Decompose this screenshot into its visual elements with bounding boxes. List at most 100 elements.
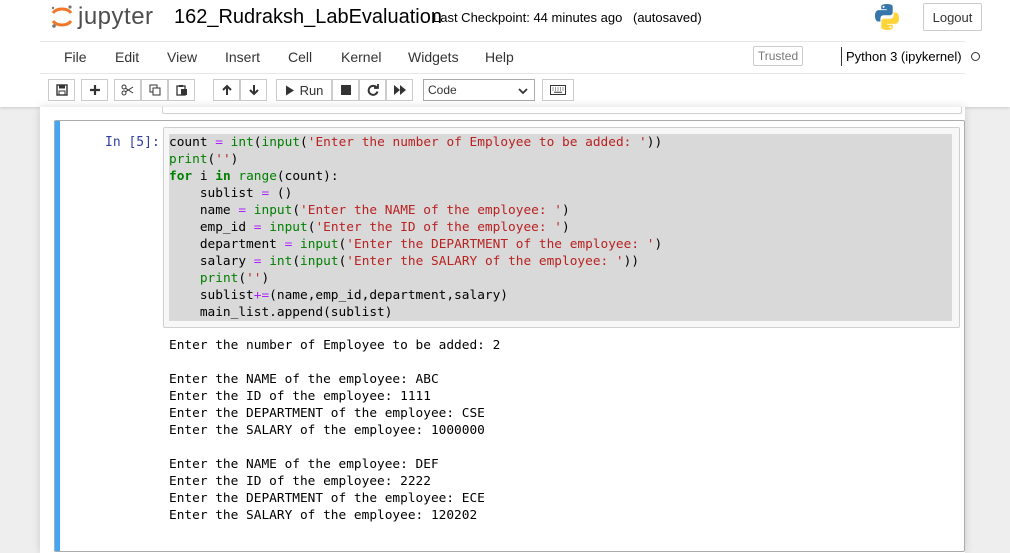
keyboard-icon bbox=[550, 85, 566, 95]
stop-icon bbox=[340, 85, 351, 95]
code-token: 'Enter the number of Employee to be adde… bbox=[307, 135, 647, 150]
menu-cell[interactable]: Cell bbox=[288, 49, 312, 65]
code-token: input bbox=[253, 203, 293, 218]
input-prompt: In [5]: bbox=[105, 135, 160, 150]
code-line[interactable]: department = input('Enter the DEPARTMENT… bbox=[169, 236, 952, 253]
code-token: range bbox=[238, 169, 277, 184]
code-token: ( bbox=[253, 135, 262, 150]
code-token: ( bbox=[300, 135, 308, 150]
code-token: main_list.append(sublist) bbox=[169, 305, 393, 320]
command-palette-button[interactable] bbox=[542, 79, 574, 101]
code-line[interactable]: sublist+=(name,emp_id,department,salary) bbox=[169, 287, 952, 304]
code-token: for bbox=[169, 169, 193, 184]
cell-output: Enter the number of Employee to be added… bbox=[169, 337, 500, 524]
fast-forward-icon bbox=[393, 85, 406, 95]
menu-insert[interactable]: Insert bbox=[225, 49, 260, 65]
code-line[interactable]: print('') bbox=[169, 270, 952, 287]
copy-button[interactable] bbox=[141, 79, 168, 101]
previous-cell[interactable] bbox=[162, 107, 962, 114]
code-token: = bbox=[238, 203, 247, 218]
code-line[interactable]: main_list.append(sublist) bbox=[169, 304, 952, 321]
code-token: ) bbox=[561, 220, 570, 235]
run-button[interactable]: Run bbox=[276, 79, 332, 101]
code-token: = bbox=[215, 135, 223, 150]
code-token: int bbox=[269, 254, 293, 269]
jupyter-logo-icon bbox=[51, 5, 73, 28]
notebook-container: In [5]: count = int(input('Enter the num… bbox=[40, 107, 965, 553]
code-line[interactable]: for i in range(count): bbox=[169, 168, 952, 185]
arrow-down-icon bbox=[248, 85, 259, 96]
code-token: i bbox=[192, 169, 216, 184]
insert-cell-button[interactable] bbox=[81, 79, 108, 101]
menu-help[interactable]: Help bbox=[485, 49, 514, 65]
code-line[interactable]: name = input('Enter the NAME of the empl… bbox=[169, 202, 952, 219]
autosave-status: (autosaved) bbox=[633, 10, 702, 25]
move-down-button[interactable] bbox=[240, 79, 267, 101]
code-cell[interactable]: In [5]: count = int(input('Enter the num… bbox=[54, 120, 965, 552]
save-icon bbox=[55, 84, 68, 96]
menu-widgets[interactable]: Widgets bbox=[408, 49, 459, 65]
menu-file[interactable]: File bbox=[64, 49, 87, 65]
logout-button[interactable]: Logout bbox=[923, 3, 982, 31]
notebook-name[interactable]: 162_Rudraksh_LabEvaluation bbox=[174, 6, 442, 29]
code-token: int bbox=[230, 135, 254, 150]
run-label: Run bbox=[299, 82, 324, 98]
code-token: )) bbox=[623, 254, 640, 269]
code-line[interactable]: count = int(input('Enter the number of E… bbox=[169, 134, 952, 151]
logo-text: jupyter bbox=[78, 3, 154, 30]
menu-edit[interactable]: Edit bbox=[115, 49, 139, 65]
output-line: Enter the SALARY of the employee: 120202 bbox=[169, 508, 478, 523]
menu-kernel[interactable]: Kernel bbox=[341, 49, 381, 65]
cut-icon bbox=[121, 84, 134, 96]
trusted-indicator[interactable]: Trusted bbox=[753, 46, 803, 66]
output-line: Enter the SALARY of the employee: 100000… bbox=[169, 423, 485, 438]
kernel-separator bbox=[841, 47, 842, 66]
code-token: salary bbox=[169, 254, 254, 269]
output-line: Enter the ID of the employee: 2222 bbox=[169, 474, 431, 489]
code-token: 'Enter the SALARY of the employee: ' bbox=[346, 254, 624, 269]
code-editor[interactable]: count = int(input('Enter the number of E… bbox=[163, 127, 960, 328]
code-token: sublist bbox=[169, 186, 262, 201]
chevron-down-icon bbox=[518, 88, 528, 95]
code-token: )) bbox=[646, 135, 663, 150]
code-block[interactable]: count = int(input('Enter the number of E… bbox=[169, 134, 952, 321]
cut-button[interactable] bbox=[114, 79, 141, 101]
restart-run-all-button[interactable] bbox=[386, 79, 413, 101]
save-button[interactable] bbox=[48, 79, 75, 101]
code-line[interactable]: salary = int(input('Enter the SALARY of … bbox=[169, 253, 952, 270]
move-up-button[interactable] bbox=[213, 79, 240, 101]
code-line[interactable]: print('') bbox=[169, 151, 952, 168]
kernel-name[interactable]: Python 3 (ipykernel) bbox=[846, 49, 962, 64]
menu-view[interactable]: View bbox=[167, 49, 197, 65]
code-token: ( bbox=[292, 203, 301, 218]
copy-icon bbox=[149, 84, 160, 96]
code-token: department bbox=[169, 237, 285, 252]
code-token: '' bbox=[215, 152, 231, 167]
code-line[interactable]: sublist = () bbox=[169, 185, 952, 202]
code-token: print bbox=[199, 271, 239, 286]
output-line: Enter the NAME of the employee: ABC bbox=[169, 372, 439, 387]
jupyter-logo[interactable]: jupyter bbox=[50, 2, 154, 32]
code-token: (count): bbox=[276, 169, 339, 184]
code-token: 'Enter the NAME of the employee: ' bbox=[300, 203, 562, 218]
code-token: sublist bbox=[169, 288, 254, 303]
cell-type-select[interactable]: Code bbox=[423, 79, 535, 101]
output-line: Enter the number of Employee to be added… bbox=[169, 338, 501, 353]
code-line[interactable]: emp_id = input('Enter the ID of the empl… bbox=[169, 219, 952, 236]
cell-type-value: Code bbox=[428, 83, 457, 97]
plus-icon bbox=[89, 85, 100, 95]
code-token: (name,emp_id,department,salary) bbox=[269, 288, 509, 303]
paste-button[interactable] bbox=[168, 79, 195, 101]
code-token: 'Enter the DEPARTMENT of the employee: ' bbox=[346, 237, 655, 252]
header: jupyter 162_Rudraksh_LabEvaluation Last … bbox=[0, 0, 1010, 107]
interrupt-button[interactable] bbox=[332, 79, 359, 101]
output-line: Enter the NAME of the employee: DEF bbox=[169, 457, 439, 472]
restart-button[interactable] bbox=[359, 79, 386, 101]
code-token: = bbox=[261, 186, 270, 201]
